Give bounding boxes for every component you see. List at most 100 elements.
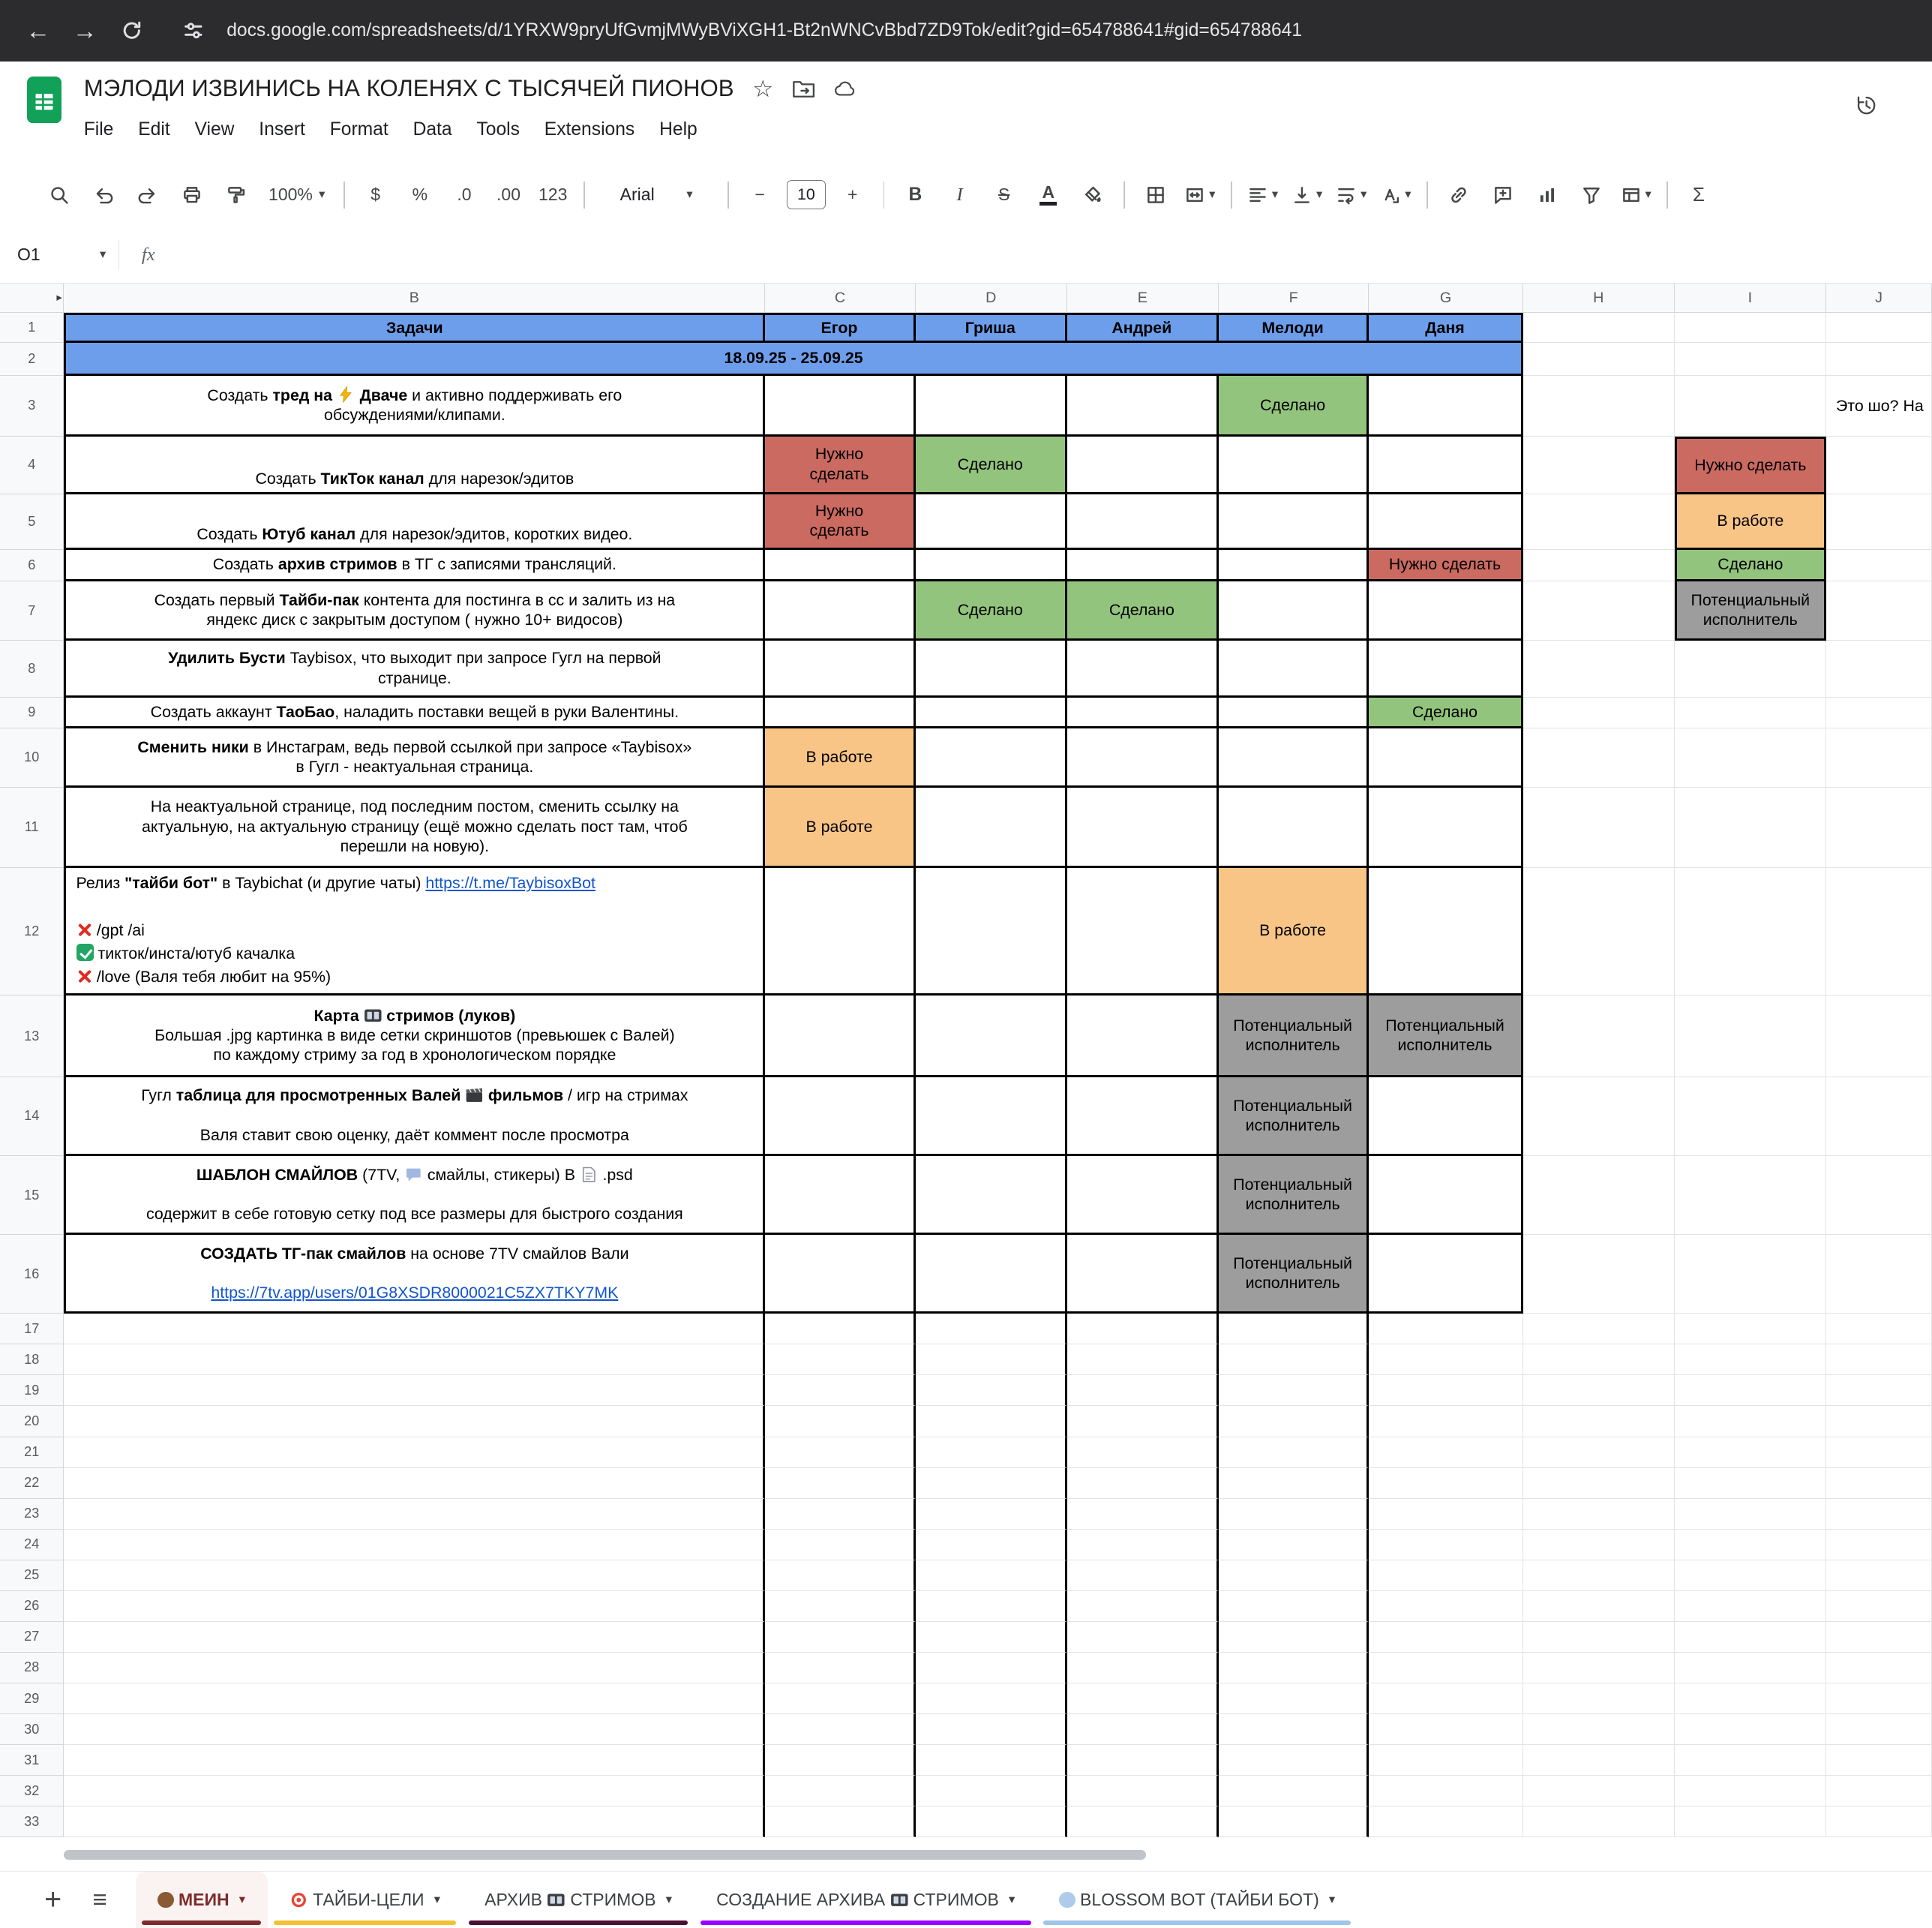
cell-D22[interactable] [916,1468,1067,1499]
all-sheets-button[interactable]: ≡ [76,1876,123,1923]
row-header-23[interactable]: 23 [0,1499,64,1530]
move-folder-icon[interactable] [792,77,815,101]
cell-H16[interactable] [1523,1235,1675,1314]
cell-B10[interactable]: Сменить ники в Инстаграм, ведь первой сс… [64,728,765,788]
hidden-column-indicator[interactable]: ▸ [56,291,62,304]
cell-F6[interactable] [1219,550,1369,582]
cell-C25[interactable] [765,1560,915,1591]
search-button[interactable] [37,176,81,213]
cell-G25[interactable] [1369,1560,1522,1591]
cell-D12[interactable] [916,868,1067,996]
cell-H10[interactable] [1523,728,1675,788]
menu-insert[interactable]: Insert [247,116,317,144]
cell-C9[interactable] [765,698,915,728]
cell-F15[interactable]: Потенциальный исполнитель [1219,1156,1369,1235]
cell-D4[interactable]: Сделано [916,437,1067,494]
column-header-F[interactable]: F [1219,284,1369,313]
text-rotation-button[interactable]: ▾ [1373,176,1418,213]
print-button[interactable] [170,176,214,213]
cell-J32[interactable] [1826,1776,1932,1806]
text-wrap-button[interactable]: ▾ [1329,176,1373,213]
cell-E8[interactable] [1067,641,1219,698]
column-header-C[interactable]: C [765,284,915,313]
cell-I7[interactable]: Потенциальный исполнитель [1675,581,1826,641]
sheet-tab-4[interactable]: СОЗДАНИЕ АРХИВА СТРИМОВ▾ [694,1872,1037,1928]
cell-E16[interactable] [1067,1235,1219,1314]
cell-C14[interactable] [765,1077,915,1156]
cell-G13[interactable]: Потенциальный исполнитель [1369,996,1522,1077]
cell-I29[interactable] [1675,1683,1826,1714]
cell-I30[interactable] [1675,1714,1826,1745]
row-header-21[interactable]: 21 [0,1437,64,1468]
cell-G5[interactable] [1369,494,1522,550]
functions-button[interactable]: Σ [1676,176,1720,213]
cell-G8[interactable] [1369,641,1522,698]
cell-G6[interactable]: Нужно сделать [1369,550,1522,582]
cell-C7[interactable] [765,581,915,641]
cell-J27[interactable] [1826,1622,1932,1653]
document-title[interactable]: МЭЛОДИ ИЗВИНИСЬ НА КОЛЕНЯХ С ТЫСЯЧЕЙ ПИО… [84,75,734,102]
cell-G7[interactable] [1369,581,1522,641]
cell-E19[interactable] [1067,1375,1219,1406]
cell-J11[interactable] [1826,788,1932,868]
cell-E23[interactable] [1067,1499,1219,1530]
cell-D33[interactable] [916,1806,1067,1837]
cell-D17[interactable] [916,1314,1067,1344]
cell-H20[interactable] [1523,1406,1675,1437]
row-header-24[interactable]: 24 [0,1530,64,1560]
cell-D5[interactable] [916,494,1067,550]
cell-C5[interactable]: Нужносделать [765,494,915,550]
select-all-corner[interactable]: ▸ [0,284,64,313]
cell-C10[interactable]: В работе [765,728,915,788]
cell-I24[interactable] [1675,1530,1826,1560]
italic-button[interactable]: I [938,176,982,213]
fill-color-button[interactable] [1070,176,1114,213]
bold-button[interactable]: B [893,176,938,213]
cell-F24[interactable] [1219,1530,1369,1560]
version-history-button[interactable] [1855,94,1878,122]
cell-I17[interactable] [1675,1314,1826,1344]
cell-E9[interactable] [1067,698,1219,728]
cell-B21[interactable] [64,1437,765,1468]
cell-C16[interactable] [765,1235,915,1314]
increase-decimals-button[interactable]: .00 [486,176,530,213]
cell-F21[interactable] [1219,1437,1369,1468]
cell-G11[interactable] [1369,788,1522,868]
row-header-1[interactable]: 1 [0,313,64,342]
name-box[interactable]: O1▾ [0,245,106,265]
cell-E20[interactable] [1067,1406,1219,1437]
cell-D15[interactable] [916,1156,1067,1235]
cell-D8[interactable] [916,641,1067,698]
cell-G14[interactable] [1369,1077,1522,1156]
cell-B12[interactable]: Релиз "тайби бот" в Taybichat (и другие … [64,868,765,996]
cell-F26[interactable] [1219,1591,1369,1622]
row-header-25[interactable]: 25 [0,1560,64,1591]
cell-J10[interactable] [1826,728,1932,788]
row-header-7[interactable]: 7 [0,581,64,641]
cell-G30[interactable] [1369,1714,1522,1745]
cell-G4[interactable] [1369,437,1522,494]
cell-C3[interactable] [765,376,915,437]
cell-J3[interactable]: Это шо? На [1826,376,1932,437]
cell-G27[interactable] [1369,1622,1522,1653]
cell-B6[interactable]: Создать архив стримов в ТГ с записями тр… [64,550,765,582]
cell-D14[interactable] [916,1077,1067,1156]
row-header-26[interactable]: 26 [0,1591,64,1622]
format-currency-button[interactable]: $ [353,176,398,213]
table-views-button[interactable]: ▾ [1614,176,1658,213]
cell-D29[interactable] [916,1683,1067,1714]
cell-B14[interactable]: Гугл таблица для просмотренных Валей фил… [64,1077,765,1156]
cell-H21[interactable] [1523,1437,1675,1468]
scrollbar-thumb[interactable] [64,1850,1146,1860]
cell-I26[interactable] [1675,1591,1826,1622]
cell-B15[interactable]: ШАБЛОН СМАЙЛОВ (7TV, смайлы, стикеры) В … [64,1156,765,1235]
cell-I21[interactable] [1675,1437,1826,1468]
cell-F3[interactable]: Сделано [1219,376,1369,437]
cell-H9[interactable] [1523,698,1675,728]
cell-C24[interactable] [765,1530,915,1560]
cell-F29[interactable] [1219,1683,1369,1714]
sheet-tab-5[interactable]: BLOSSOM BOT (ТАЙБИ БОТ)▾ [1037,1872,1358,1928]
column-header-H[interactable]: H [1523,284,1675,313]
menu-edit[interactable]: Edit [126,116,182,144]
cell-D21[interactable] [916,1437,1067,1468]
